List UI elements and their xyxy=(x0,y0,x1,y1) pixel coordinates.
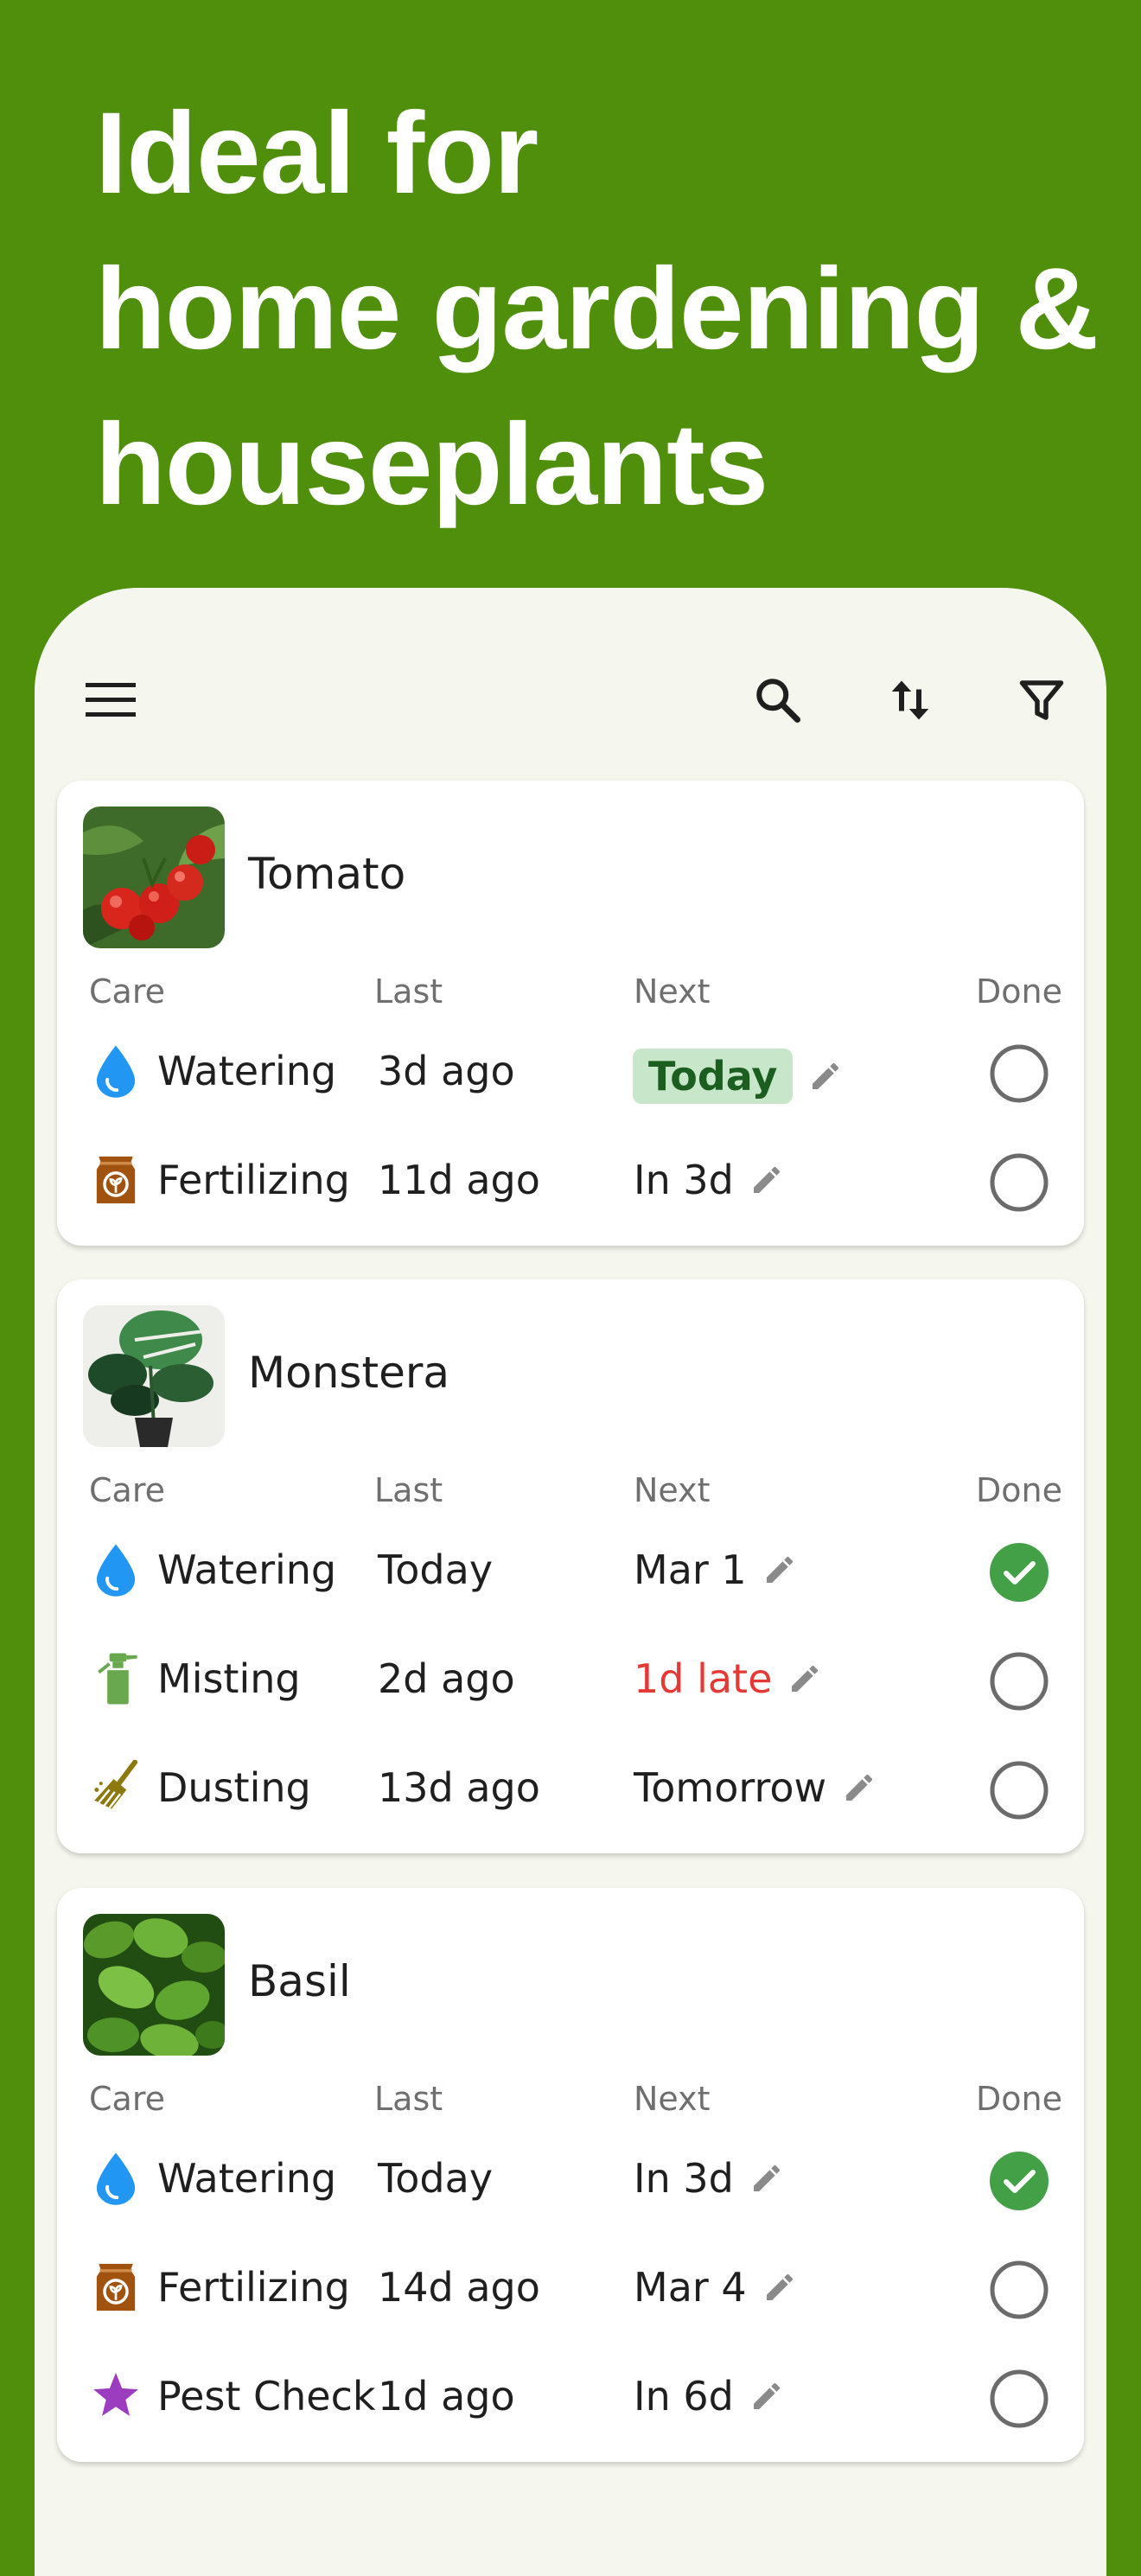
next-due-value: In 3d xyxy=(634,1157,734,1203)
water-drop-icon xyxy=(90,1043,142,1099)
edit-pencil-icon[interactable] xyxy=(749,2379,784,2413)
filter-button[interactable] xyxy=(1007,666,1076,735)
search-button[interactable] xyxy=(743,666,813,735)
column-header-care: Care xyxy=(89,1471,165,1509)
done-checkbox[interactable] xyxy=(990,1153,1049,1212)
last-done-value: Today xyxy=(378,2155,494,2202)
care-task-row[interactable]: Fertilizing 14d ago Mar 4 xyxy=(57,2232,1084,2341)
spray-bottle-icon xyxy=(90,1651,142,1706)
last-done-value: 1d ago xyxy=(378,2373,515,2420)
next-due-value: 1d late xyxy=(634,1655,773,1702)
done-checkbox-checked[interactable] xyxy=(990,1543,1049,1602)
care-type-label: Fertilizing xyxy=(157,2264,350,2311)
edit-pencil-icon[interactable] xyxy=(762,1553,797,1587)
next-due-value: Mar 4 xyxy=(634,2264,747,2311)
done-checkbox[interactable] xyxy=(990,2260,1049,2319)
water-drop-icon xyxy=(90,1542,142,1597)
app-screen: Tomato Care Last Next Done Watering 3d a… xyxy=(35,588,1106,2576)
next-due[interactable]: Today xyxy=(633,1049,843,1104)
plant-card[interactable]: Basil Care Last Next Done Watering Today… xyxy=(57,1888,1084,2462)
next-due-value: Mar 1 xyxy=(634,1546,747,1593)
care-task-row[interactable]: Watering 3d ago Today xyxy=(57,1016,1084,1125)
care-task-row[interactable]: Pest Check 1d ago In 6d xyxy=(57,2341,1084,2450)
column-header-done: Done xyxy=(976,1471,1062,1509)
plant-name[interactable]: Monstera xyxy=(248,1347,449,1399)
column-header-done: Done xyxy=(976,972,1062,1011)
sort-icon xyxy=(891,680,929,720)
next-due[interactable]: Mar 4 xyxy=(634,2265,797,2310)
next-due[interactable]: In 6d xyxy=(634,2374,784,2419)
done-checkbox-checked[interactable] xyxy=(990,2152,1049,2210)
care-type-label: Misting xyxy=(157,1655,301,1702)
menu-icon xyxy=(86,683,136,717)
next-due-value: In 3d xyxy=(634,2155,734,2202)
done-checkbox[interactable] xyxy=(990,1761,1049,1820)
menu-button[interactable] xyxy=(76,666,145,735)
care-task-row[interactable]: Watering Today In 3d xyxy=(57,2123,1084,2232)
plant-name[interactable]: Basil xyxy=(248,1955,351,2007)
headline-line-2: home gardening & xyxy=(95,245,1099,373)
care-type-label: Watering xyxy=(157,2155,337,2202)
care-task-row[interactable]: Watering Today Mar 1 xyxy=(57,1514,1084,1623)
done-checkbox[interactable] xyxy=(990,1044,1049,1103)
headline-line-1: Ideal for xyxy=(95,89,539,218)
next-due-value: In 6d xyxy=(634,2373,734,2420)
sort-button[interactable] xyxy=(876,666,945,735)
next-due[interactable]: Tomorrow xyxy=(634,1765,876,1810)
care-task-row[interactable]: Misting 2d ago 1d late xyxy=(57,1623,1084,1732)
next-due[interactable]: In 3d xyxy=(634,2156,784,2201)
next-due-value: Tomorrow xyxy=(634,1764,827,1811)
edit-pencil-icon[interactable] xyxy=(808,1059,843,1094)
care-type-label: Watering xyxy=(157,1048,337,1094)
last-done-value: 11d ago xyxy=(378,1157,540,1203)
plant-card[interactable]: Tomato Care Last Next Done Watering 3d a… xyxy=(57,781,1084,1246)
next-due[interactable]: 1d late xyxy=(634,1656,822,1701)
star-icon xyxy=(90,2369,142,2424)
care-type-label: Dusting xyxy=(157,1764,311,1811)
care-task-row[interactable]: Dusting 13d ago Tomorrow xyxy=(57,1732,1084,1841)
headline: Ideal for home gardening & houseplants xyxy=(95,76,1099,543)
fertilizer-bag-icon xyxy=(90,1152,142,1208)
column-header-done: Done xyxy=(976,2080,1062,2118)
headline-line-3: houseplants xyxy=(95,400,768,529)
search-icon xyxy=(756,679,800,723)
edit-pencil-icon[interactable] xyxy=(842,1770,876,1805)
broom-icon xyxy=(90,1759,142,1815)
care-type-label: Watering xyxy=(157,1546,337,1593)
last-done-value: Today xyxy=(378,1546,494,1593)
column-header-next: Next xyxy=(634,1471,711,1509)
done-checkbox[interactable] xyxy=(990,2369,1049,2428)
plant-photo[interactable] xyxy=(83,807,225,948)
plant-photo[interactable] xyxy=(83,1914,225,2056)
care-task-row[interactable]: Fertilizing 11d ago In 3d xyxy=(57,1125,1084,1234)
edit-pencil-icon[interactable] xyxy=(787,1661,822,1696)
column-header-last: Last xyxy=(374,972,443,1011)
column-header-care: Care xyxy=(89,972,165,1011)
last-done-value: 2d ago xyxy=(378,1655,515,1702)
column-header-last: Last xyxy=(374,2080,443,2118)
filter-icon xyxy=(1019,680,1064,720)
last-done-value: 14d ago xyxy=(378,2264,540,2311)
fertilizer-bag-icon xyxy=(90,2260,142,2315)
next-due-value: Today xyxy=(633,1049,794,1104)
last-done-value: 3d ago xyxy=(378,1048,515,1094)
column-header-last: Last xyxy=(374,1471,443,1509)
edit-pencil-icon[interactable] xyxy=(749,2161,784,2196)
water-drop-icon xyxy=(90,2151,142,2206)
toolbar xyxy=(35,588,1106,778)
column-header-care: Care xyxy=(89,2080,165,2118)
done-checkbox[interactable] xyxy=(990,1652,1049,1711)
care-type-label: Pest Check xyxy=(157,2373,376,2420)
next-due[interactable]: In 3d xyxy=(634,1157,784,1202)
column-header-next: Next xyxy=(634,972,711,1011)
edit-pencil-icon[interactable] xyxy=(749,1163,784,1197)
plant-card[interactable]: Monstera Care Last Next Done Watering To… xyxy=(57,1279,1084,1853)
care-type-label: Fertilizing xyxy=(157,1157,350,1203)
plant-photo[interactable] xyxy=(83,1305,225,1447)
next-due[interactable]: Mar 1 xyxy=(634,1547,797,1592)
plant-name[interactable]: Tomato xyxy=(248,848,405,900)
edit-pencil-icon[interactable] xyxy=(762,2270,797,2305)
column-header-next: Next xyxy=(634,2080,711,2118)
last-done-value: 13d ago xyxy=(378,1764,540,1811)
